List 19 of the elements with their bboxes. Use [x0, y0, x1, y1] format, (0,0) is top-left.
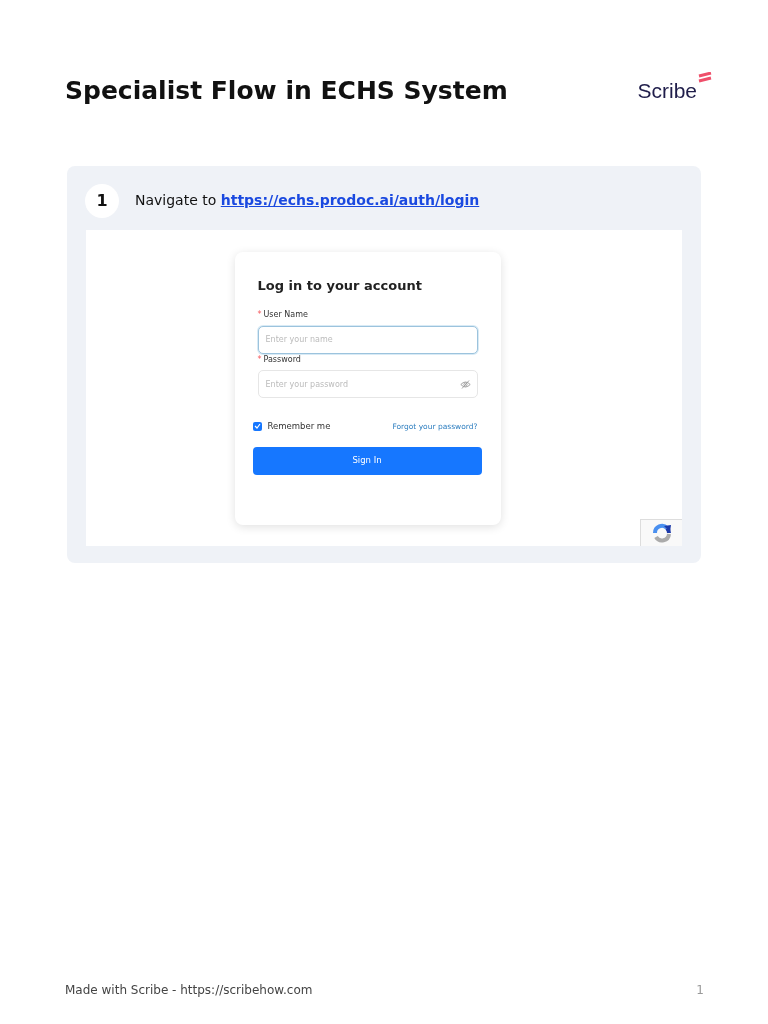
checkbox[interactable]	[252, 421, 262, 431]
step-number: 1	[85, 183, 119, 218]
field-label: Password	[263, 353, 301, 366]
eye-slash-icon[interactable]	[459, 379, 471, 389]
step-instruction: Navigate to https://echs.prodoc.ai/auth/login	[135, 191, 480, 210]
recaptcha-icon	[650, 521, 673, 544]
checkbox-label: Remember me	[267, 420, 331, 433]
page-title: Specialist Flow in ECHS System	[65, 75, 508, 107]
url-link[interactable]: https://echs.prodoc.ai/auth/login	[220, 192, 480, 208]
page-number: 1	[696, 982, 704, 999]
login-heading: Log in to your account	[257, 276, 423, 295]
field-label: User Name	[263, 309, 308, 321]
recaptcha-badge[interactable]	[640, 518, 682, 546]
sign-in-button[interactable]: Sign In	[252, 446, 482, 475]
required-mark: *	[257, 353, 262, 366]
footer-text: Made with Scribe - https://scribehow.com	[65, 982, 313, 999]
required-mark: *	[257, 309, 262, 321]
logo-text: Scribe	[637, 78, 697, 104]
password-field[interactable]: Enter your password	[257, 370, 478, 398]
